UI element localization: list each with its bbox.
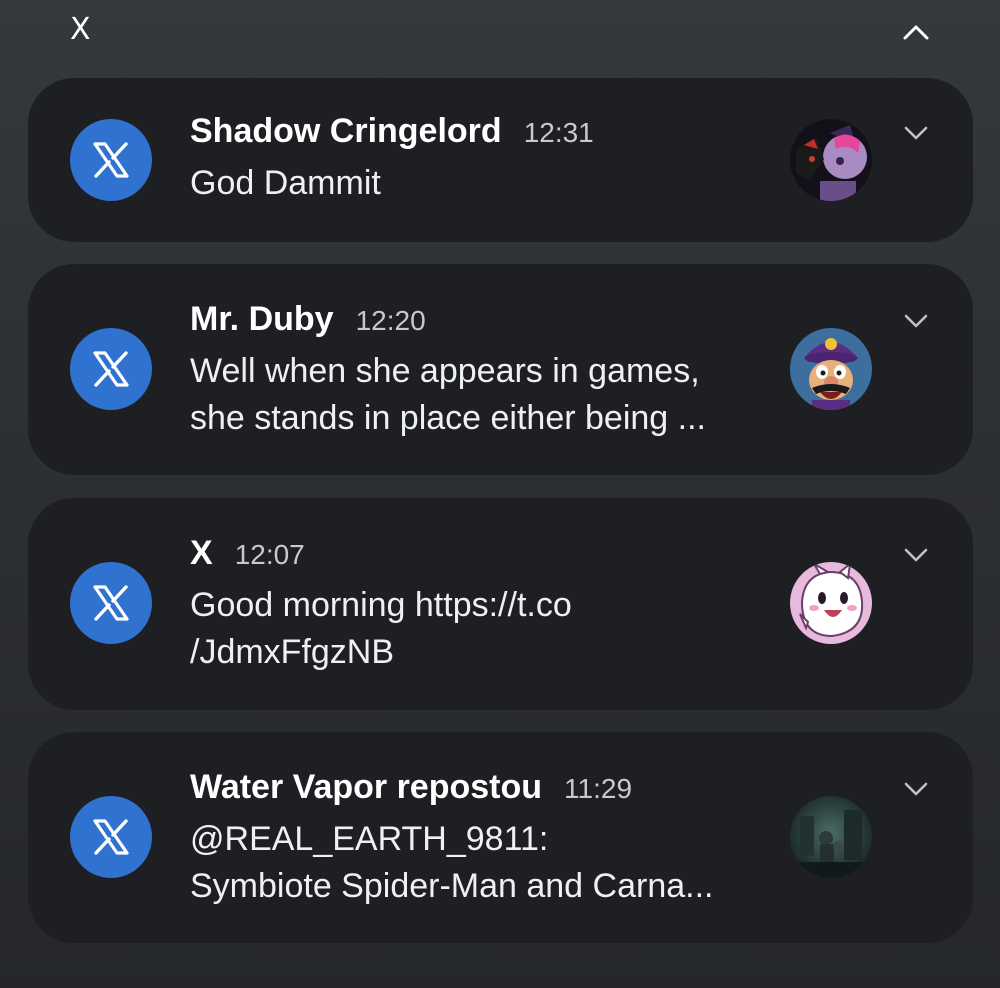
chevron-down-icon: [904, 314, 928, 328]
x-logo-icon: [70, 796, 152, 878]
message-line: Symbiote Spider-Man and Carna...: [190, 867, 714, 905]
chevron-down-icon: [904, 782, 928, 796]
notification-time: 12:20: [355, 305, 426, 336]
x-logo-icon: [70, 119, 152, 201]
sender-avatar: [790, 328, 872, 410]
notification-time: 12:31: [523, 117, 594, 148]
chevron-down-icon: [904, 548, 928, 562]
sender-avatar: [790, 562, 872, 644]
chevron-down-icon: [904, 126, 928, 140]
notification-sender: Water Vapor repostou: [190, 768, 543, 806]
notification-card[interactable]: Shadow Cringelord 12:31 God Dammit: [28, 78, 973, 242]
sender-avatar: [790, 796, 872, 878]
message-line: @REAL_EARTH_9811:: [190, 820, 549, 858]
notification-group-header: X: [0, 0, 1000, 66]
notification-time: 12:07: [234, 539, 305, 570]
message-line: God Dammit: [190, 164, 381, 202]
notification-message: @REAL_EARTH_9811: Symbiote Spider-Man an…: [190, 816, 780, 910]
notification-sender: X: [190, 534, 213, 572]
notification-content: Shadow Cringelord 12:31 God Dammit: [190, 112, 780, 207]
notification-card[interactable]: X 12:07 Good morning https://t.co /JdmxF…: [28, 498, 973, 710]
message-line: /JdmxFfgzNB: [190, 633, 395, 671]
notification-content: Water Vapor repostou 11:29 @REAL_EARTH_9…: [190, 768, 780, 910]
notification-content: X 12:07 Good morning https://t.co /JdmxF…: [190, 534, 780, 676]
expand-notification-button[interactable]: [896, 772, 936, 806]
x-logo-icon: [70, 562, 152, 644]
notification-message: Good morning https://t.co /JdmxFfgzNB: [190, 582, 780, 676]
chevron-up-icon: [903, 25, 929, 40]
notification-card[interactable]: Mr. Duby 12:20 Well when she appears in …: [28, 264, 973, 475]
expand-notification-button[interactable]: [896, 116, 936, 150]
sender-avatar: [790, 119, 872, 201]
message-line: Well when she appears in games,: [190, 352, 700, 390]
notification-content: Mr. Duby 12:20 Well when she appears in …: [190, 300, 780, 442]
x-logo-icon: [70, 328, 152, 410]
expand-notification-button[interactable]: [896, 304, 936, 338]
notification-time: 11:29: [564, 773, 633, 804]
notification-sender: Shadow Cringelord: [190, 112, 502, 150]
notification-sender: Mr. Duby: [190, 300, 334, 338]
expand-notification-button[interactable]: [896, 538, 936, 572]
notification-message: Well when she appears in games, she stan…: [190, 348, 780, 442]
notification-card[interactable]: Water Vapor repostou 11:29 @REAL_EARTH_9…: [28, 732, 973, 943]
collapse-group-button[interactable]: [896, 12, 936, 52]
notification-message: God Dammit: [190, 160, 780, 207]
message-line: she stands in place either being ...: [190, 399, 706, 437]
group-app-name: X: [70, 12, 91, 47]
message-line: Good morning https://t.co: [190, 586, 572, 624]
